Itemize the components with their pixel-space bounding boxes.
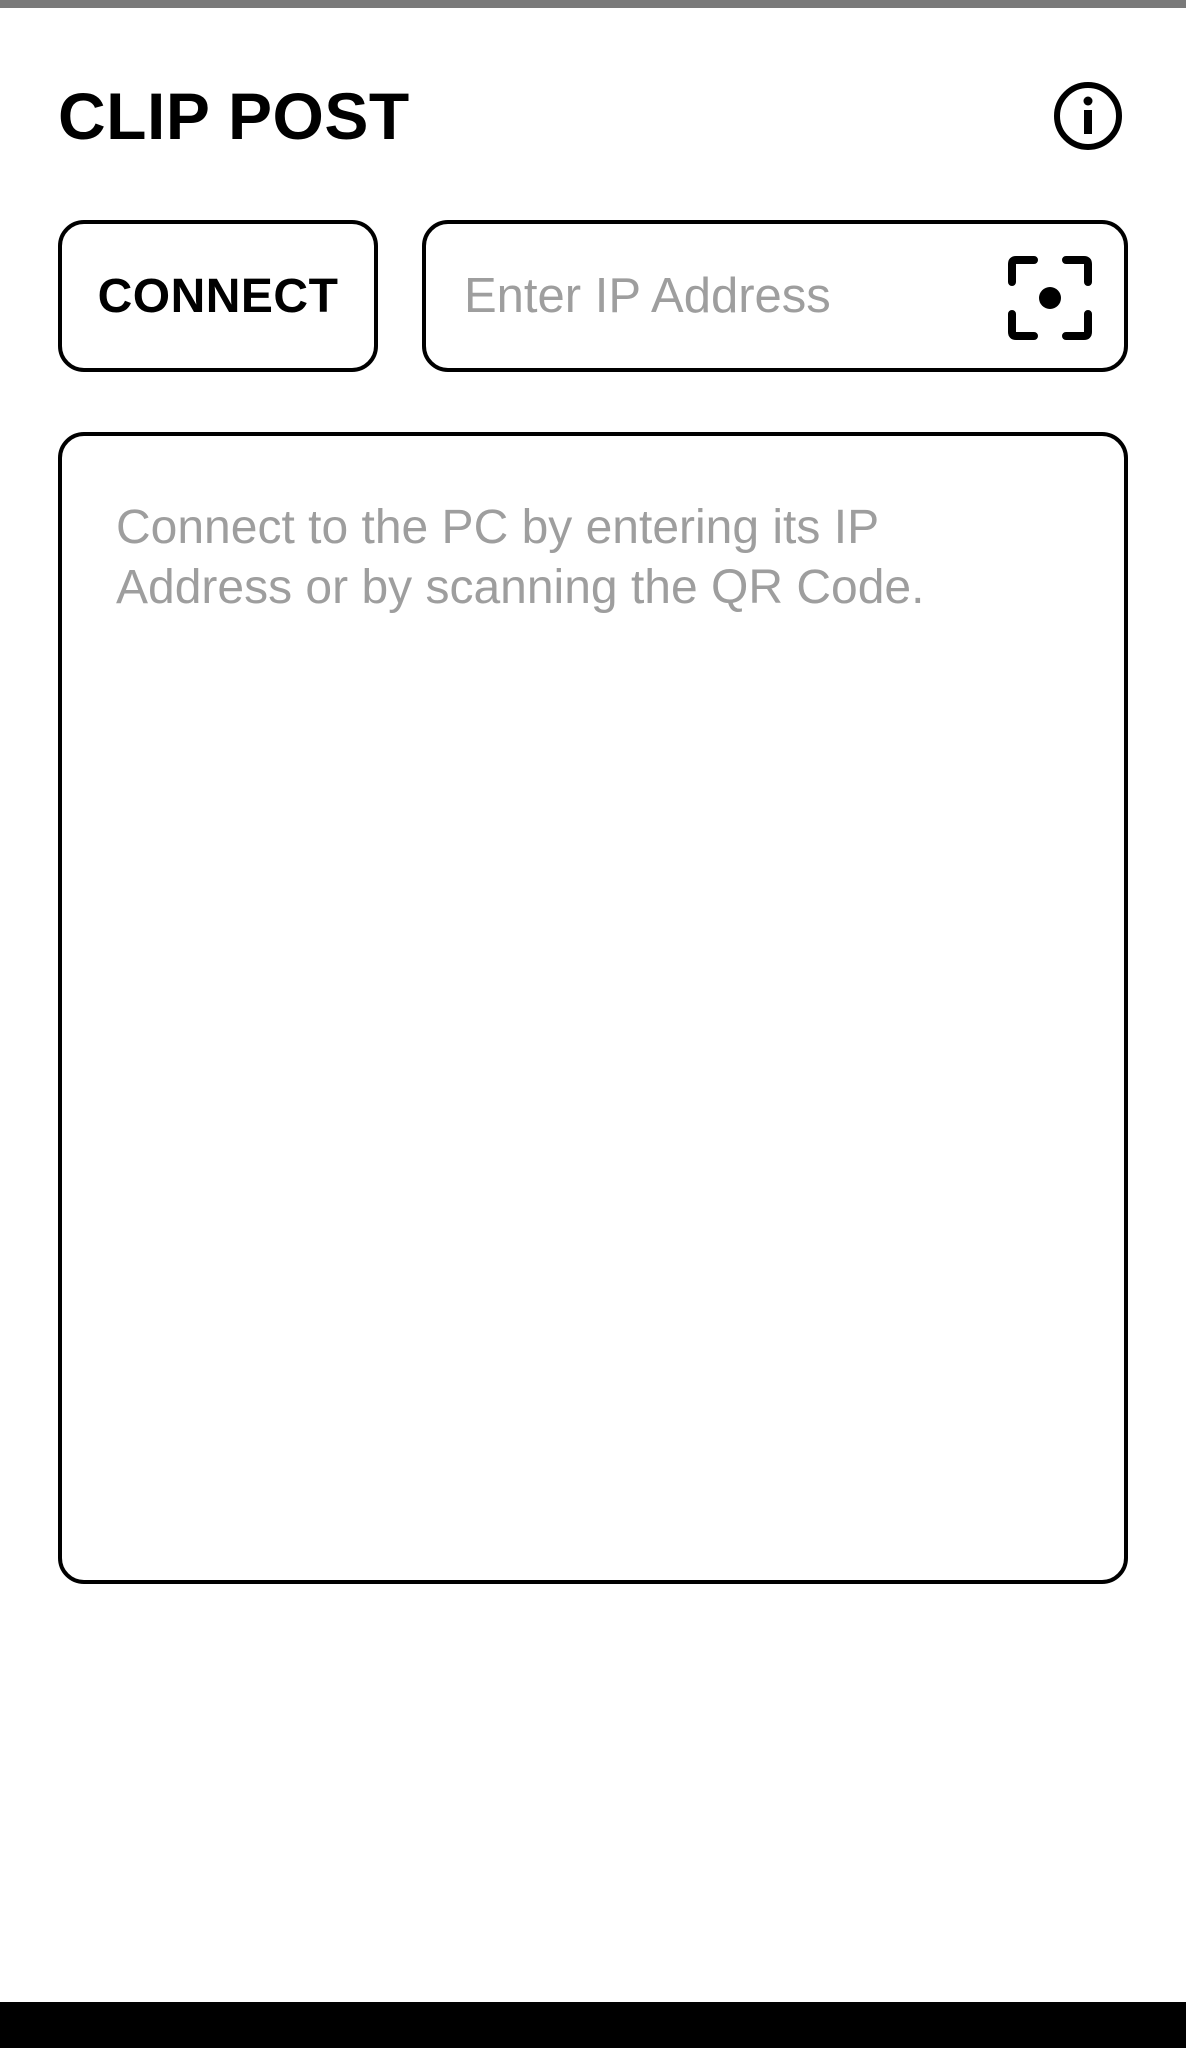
- qr-scan-icon[interactable]: [1006, 254, 1094, 342]
- status-bar-strip: [0, 0, 1186, 8]
- navigation-bar: [0, 2002, 1186, 2048]
- ip-address-input[interactable]: [464, 224, 984, 368]
- info-icon[interactable]: [1052, 80, 1124, 152]
- clipboard-text-area[interactable]: Connect to the PC by entering its IP Add…: [58, 432, 1128, 1584]
- ip-address-field: [422, 220, 1128, 372]
- clipboard-placeholder-text: Connect to the PC by entering its IP Add…: [116, 501, 925, 614]
- app-title: CLIP POST: [58, 79, 410, 153]
- connect-button[interactable]: CONNECT: [58, 220, 378, 372]
